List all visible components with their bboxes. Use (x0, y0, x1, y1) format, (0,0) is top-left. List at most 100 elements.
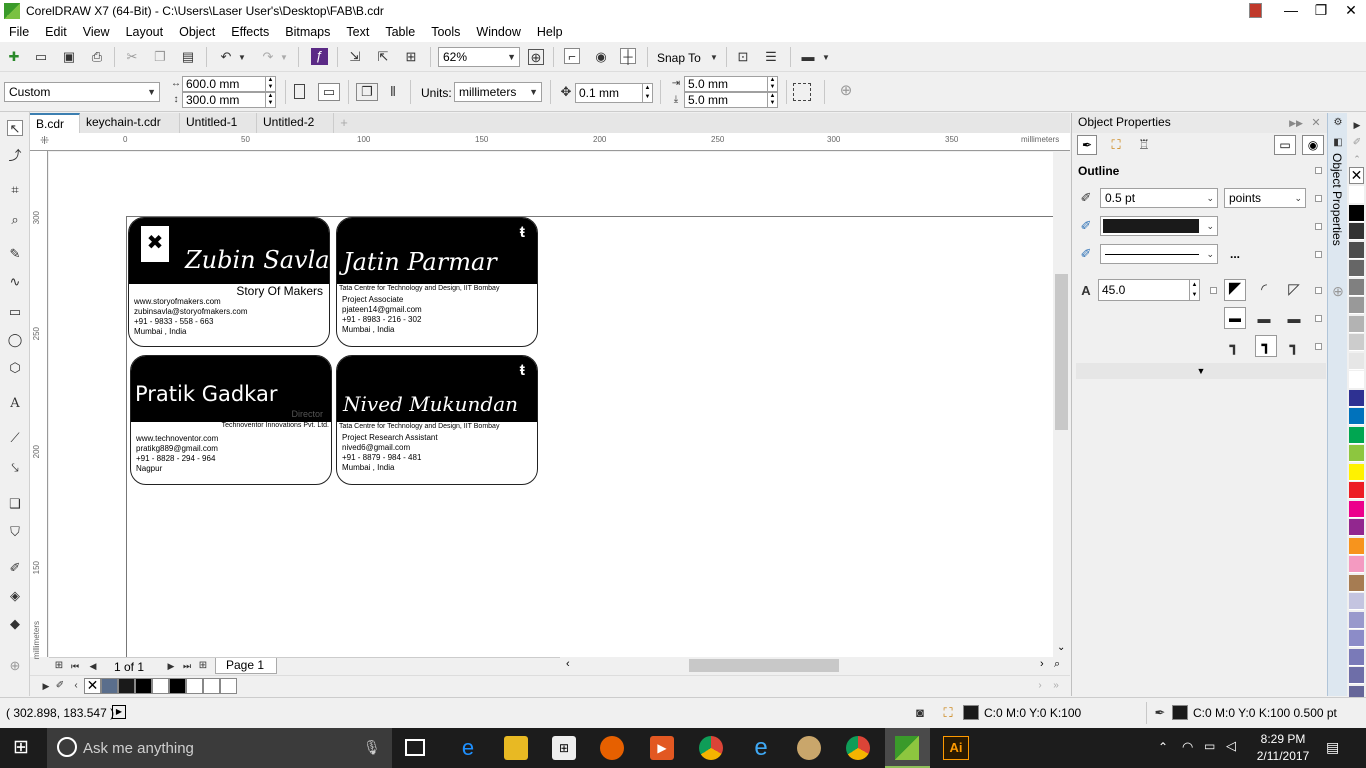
action-center-icon[interactable]: ▤ (1326, 739, 1339, 756)
palette-color-swatch[interactable] (1349, 537, 1364, 555)
color-swatch[interactable] (118, 678, 135, 694)
tab-b-cdr[interactable]: B.cdr (30, 113, 80, 133)
menu-bitmaps[interactable]: Bitmaps (277, 25, 338, 39)
fill-bucket-icon[interactable]: ⛶ (1108, 137, 1124, 153)
eyedropper-icon[interactable]: ✐ (52, 678, 68, 694)
quick-customize-icon[interactable]: ⊕ (838, 83, 854, 99)
drop-shadow-icon[interactable]: ❑ (7, 496, 23, 512)
palette-color-swatch[interactable] (1349, 408, 1364, 425)
scroll-left-icon[interactable]: ‹ (566, 658, 570, 670)
outline-settings-button[interactable]: ... (1230, 247, 1240, 261)
outside-position-icon[interactable]: ┓ (1226, 339, 1242, 355)
docker-close-icon[interactable]: ✕ (1308, 115, 1324, 131)
ellipse-tool-icon[interactable]: ◯ (7, 332, 23, 348)
chrome-profile-icon[interactable] (846, 736, 870, 760)
business-card-nived[interactable]: ŧ Nived Mukundan Tata Centre for Technol… (336, 355, 538, 485)
horizontal-ruler[interactable]: ⁜ 0 50 100 150 200 250 300 350 millimete… (30, 133, 1070, 151)
palette-color-swatch[interactable] (1349, 260, 1364, 277)
publish-pdf-icon[interactable]: ⊞ (403, 49, 419, 65)
menu-file[interactable]: File (0, 25, 37, 39)
cortana-search-box[interactable]: Ask me anything 🎙 (47, 728, 392, 768)
palette-color-swatch[interactable] (1349, 389, 1364, 407)
expand-more-icon[interactable]: ▼ (1076, 363, 1326, 379)
palette-color-swatch[interactable] (1349, 371, 1364, 388)
color-swatch[interactable] (220, 678, 237, 694)
paint-icon[interactable] (797, 736, 821, 760)
redo-icon[interactable]: ↷ (260, 49, 276, 65)
menu-window[interactable]: Window (468, 25, 528, 39)
outline-color-picker[interactable]: ⌄ (1100, 216, 1218, 236)
color-swatch[interactable] (186, 678, 203, 694)
palette-color-swatch[interactable] (1349, 519, 1364, 536)
docker-view-icon[interactable]: ◉ (1302, 135, 1324, 155)
search-content-icon[interactable]: ƒ (311, 48, 328, 65)
duplicate-distance-y-field[interactable]: 5.0 mm ▲ ▼ (684, 92, 778, 108)
show-grid-icon[interactable]: ◉ (593, 49, 609, 65)
palette-eyedropper-icon[interactable]: ✐ (1349, 135, 1365, 151)
color-swatch[interactable] (203, 678, 220, 694)
ruler-origin-icon[interactable]: ⁜ (40, 134, 49, 147)
pick-tool-icon[interactable]: ↖ (7, 120, 23, 136)
add-tool-icon[interactable]: ⊕ (7, 658, 23, 674)
options-icon[interactable]: ☰ (763, 49, 779, 65)
palette-color-swatch[interactable] (1349, 611, 1364, 629)
internet-explorer-icon[interactable]: e (749, 736, 773, 760)
docker-window-icon[interactable]: ▭ (1274, 135, 1296, 155)
outline-pen-icon[interactable]: ✒ (1077, 135, 1097, 155)
page-size-select[interactable]: Custom ▼ (4, 82, 160, 102)
line-style-select[interactable]: ⌄ (1100, 244, 1218, 264)
menu-help[interactable]: Help (529, 25, 571, 39)
zoom-navigator-icon[interactable]: ⌕ (1054, 658, 1060, 671)
palette-scroll-right-icon[interactable]: › (1032, 678, 1048, 694)
business-card-zubin[interactable]: ✖ Zubin Savla Story Of Makers www.storyo… (128, 217, 330, 347)
palette-up-icon[interactable]: ⌃ (1349, 151, 1365, 167)
task-view-icon[interactable] (405, 739, 425, 756)
outline-width-select[interactable]: 0.5 pt ⌄ (1100, 188, 1218, 208)
palette-color-swatch[interactable] (1349, 204, 1364, 222)
undo-icon[interactable]: ↶ (218, 49, 234, 65)
round-line-cap-icon[interactable]: ▬ (1256, 311, 1272, 327)
palette-color-swatch[interactable] (1349, 500, 1364, 518)
show-rulers-icon[interactable]: ⌐ (564, 48, 580, 64)
miter-corner-icon[interactable]: ◤ (1224, 279, 1246, 301)
volume-icon[interactable]: ◁ (1226, 738, 1236, 754)
business-card-pratik[interactable]: Pratik Gadkar Director Technoventor Inno… (130, 355, 332, 485)
page-tab[interactable]: Page 1 (215, 658, 277, 674)
page-frame-icon[interactable] (793, 83, 811, 101)
palette-color-swatch[interactable] (1349, 186, 1364, 203)
chrome-icon[interactable] (699, 736, 723, 760)
menu-table[interactable]: Table (377, 25, 423, 39)
portrait-icon[interactable] (294, 84, 305, 99)
docker-tab-icon[interactable]: ◧ (1330, 135, 1346, 151)
vertical-scroll-thumb[interactable] (1055, 274, 1068, 430)
object-properties-side-tab[interactable]: Object Properties (1330, 153, 1344, 246)
nudge-distance-field[interactable]: 0.1 mm ▲ ▼ (575, 83, 653, 103)
last-page-icon[interactable]: ⏭ (179, 658, 195, 674)
close-button[interactable]: ✕ (1336, 0, 1366, 22)
palette-color-swatch[interactable] (1349, 315, 1364, 333)
windows-start-icon[interactable]: ⊞ (13, 738, 29, 758)
rectangle-tool-icon[interactable]: ▭ (7, 304, 23, 320)
insert-page-before-icon[interactable]: ⊞ (51, 658, 67, 674)
welcome-screen-icon[interactable]: ⊡ (735, 49, 751, 65)
menu-view[interactable]: View (75, 25, 118, 39)
outline-color-status-swatch[interactable] (1172, 705, 1188, 720)
palette-color-swatch[interactable] (1349, 574, 1364, 592)
import-icon[interactable]: ⇲ (347, 49, 363, 65)
undo-dropdown-icon[interactable]: ▼ (234, 50, 250, 66)
user-account-icon[interactable] (1249, 3, 1262, 18)
palette-scroll-up-icon[interactable]: ▶ (1349, 117, 1365, 133)
edge-browser-icon[interactable]: e (456, 736, 480, 760)
color-swatch[interactable] (135, 678, 152, 694)
print-icon[interactable]: ⎙ (89, 49, 105, 65)
palette-color-swatch[interactable] (1349, 630, 1364, 647)
menu-text[interactable]: Text (338, 25, 377, 39)
battery-icon[interactable]: ▭ (1204, 739, 1215, 753)
menu-effects[interactable]: Effects (223, 25, 277, 39)
new-document-icon[interactable]: ✚ (6, 49, 22, 65)
first-page-icon[interactable]: ⏮ (67, 658, 83, 674)
connector-tool-icon[interactable]: ⤥ (7, 460, 23, 476)
paste-icon[interactable]: ▤ (180, 49, 196, 65)
cut-icon[interactable]: ✂ (124, 49, 140, 65)
color-swatch[interactable] (101, 678, 118, 694)
